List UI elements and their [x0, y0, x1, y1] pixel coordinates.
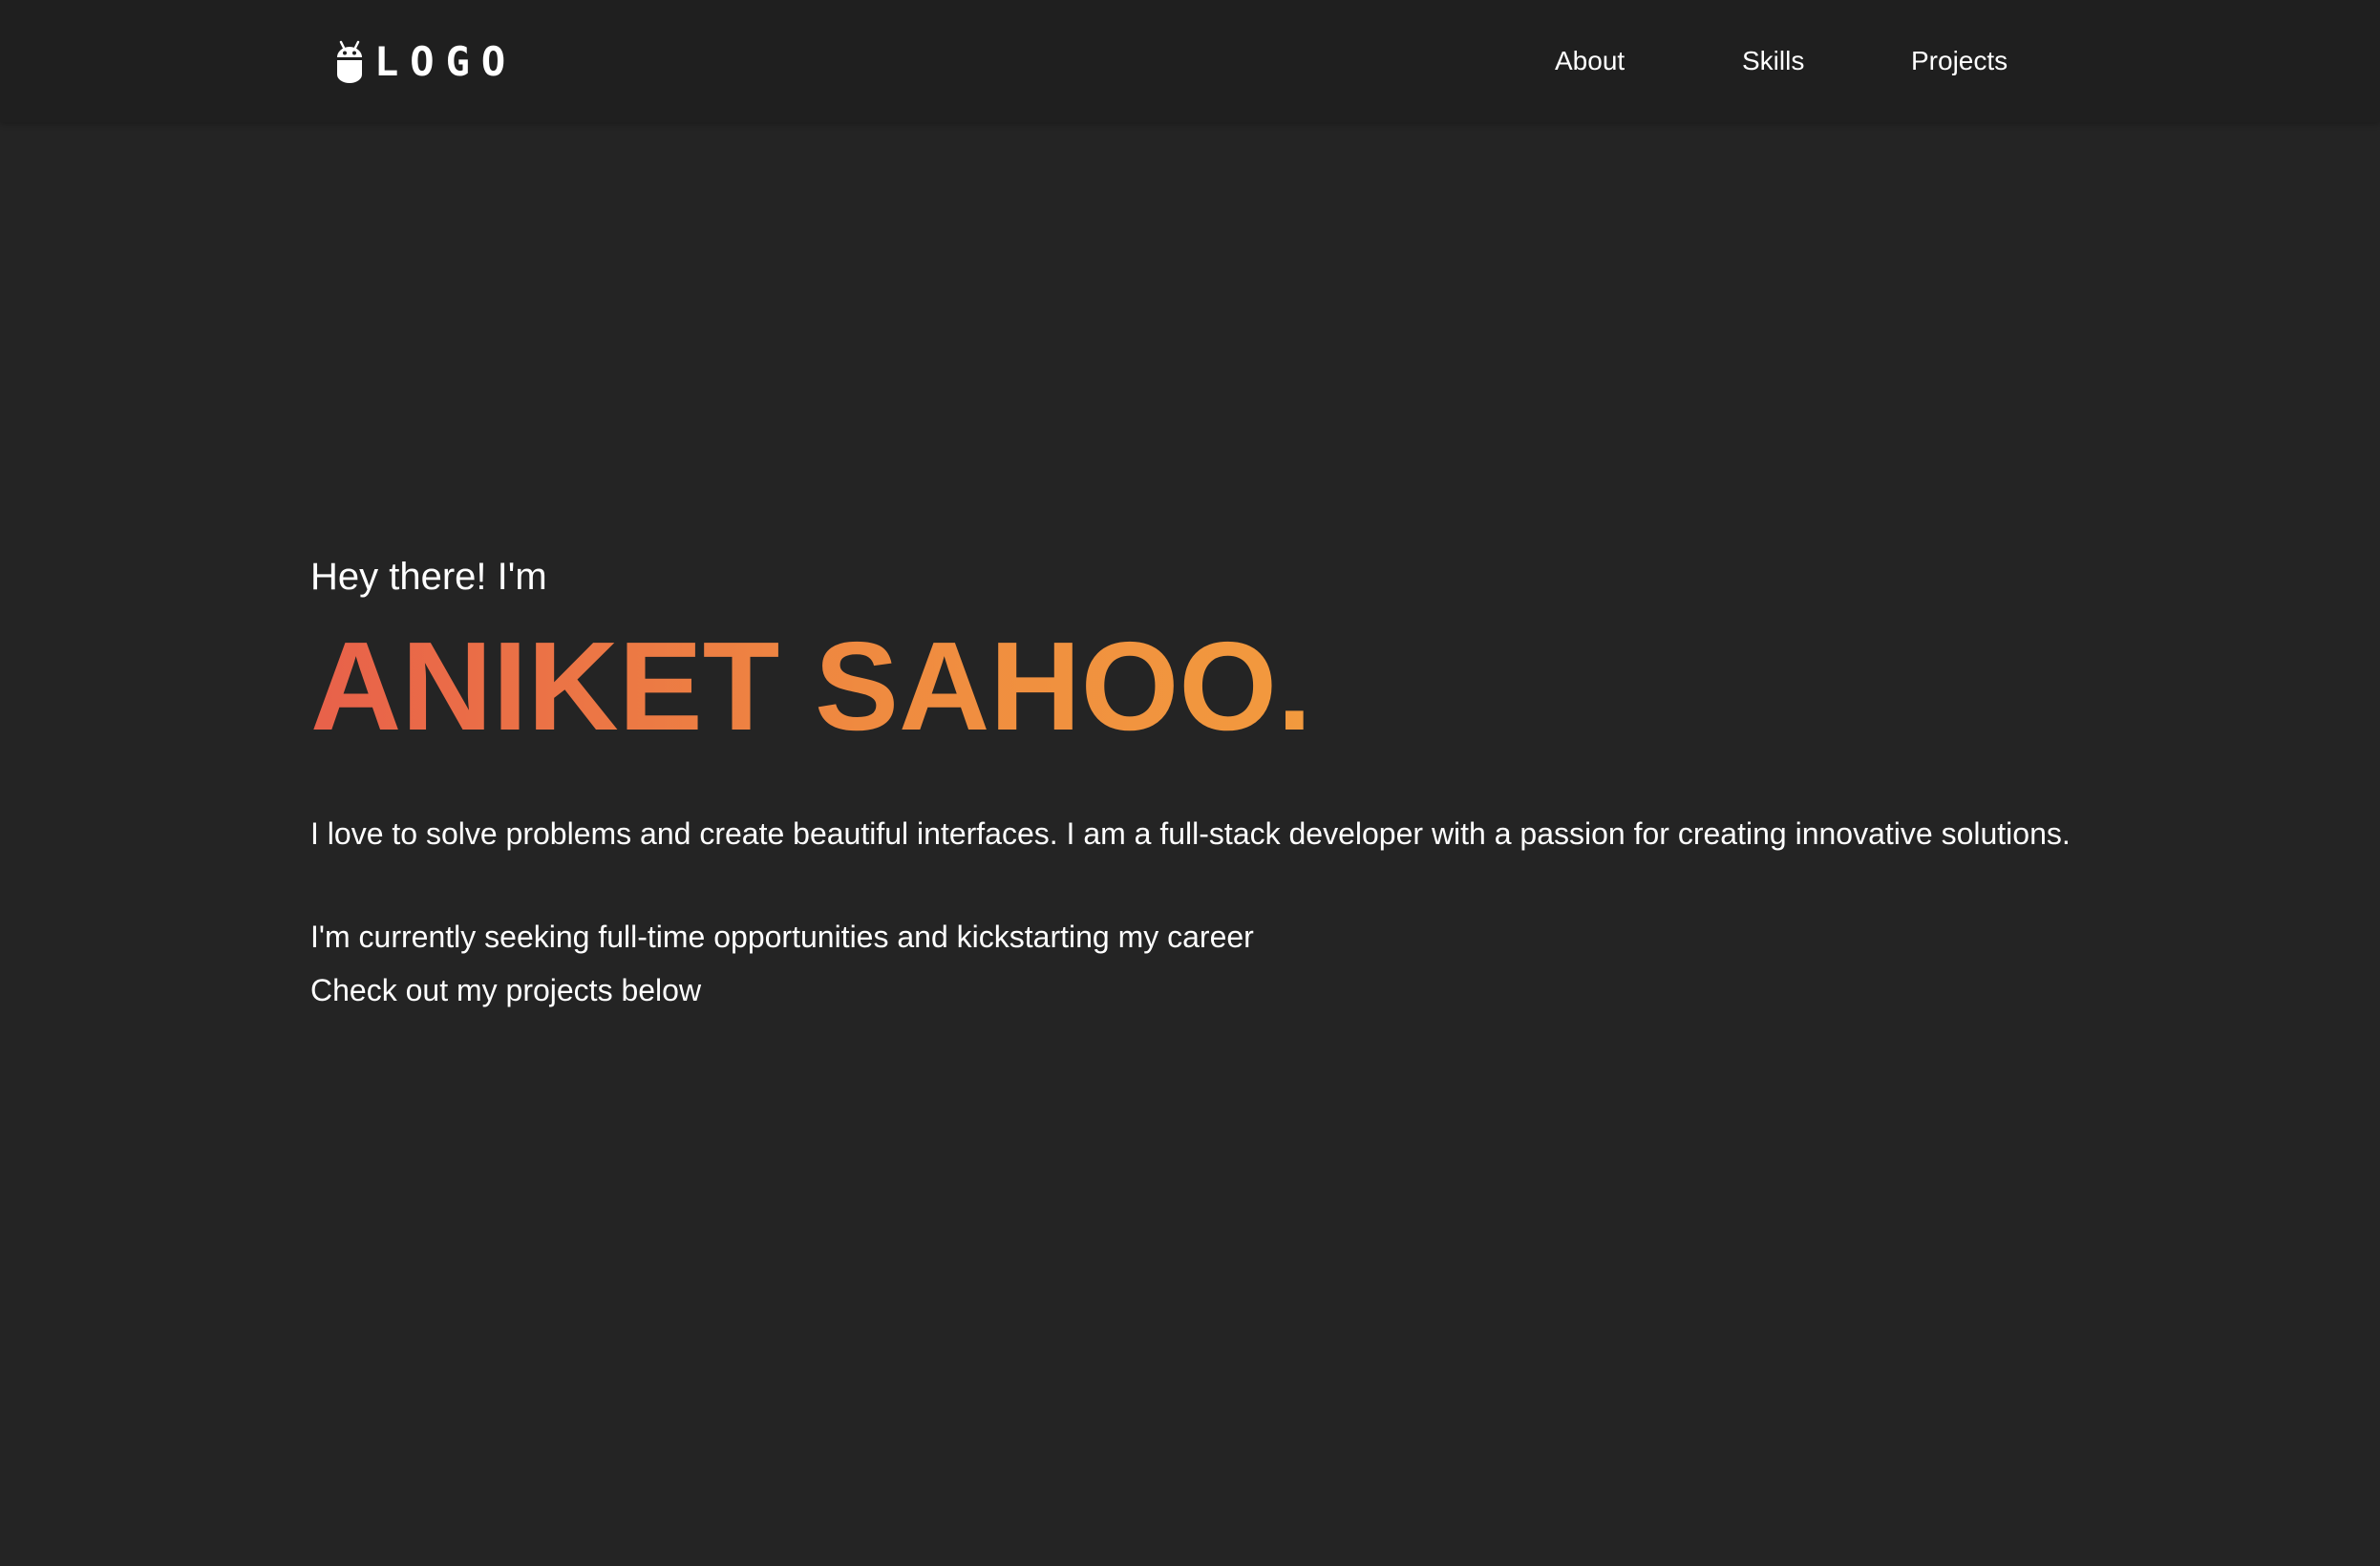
nav-link-about[interactable]: About [1555, 44, 1625, 78]
navbar: LOGO About Skills Projects [0, 0, 2380, 122]
nav-link-skills[interactable]: Skills [1742, 44, 1804, 78]
nav-link-projects[interactable]: Projects [1911, 44, 2008, 78]
hero-cta: Check out my projects below [310, 972, 702, 1007]
logo[interactable]: LOGO [334, 38, 517, 86]
hero-greeting: Hey there! I'm [310, 556, 547, 598]
hero-name: ANIKET SAHOO. [310, 616, 1312, 756]
android-icon [334, 40, 365, 84]
logo-text: LOGO [374, 38, 518, 85]
hero-intro: I love to solve problems and create beau… [310, 816, 2071, 852]
hero-section: Hey there! I'm ANIKET SAHOO. I love to s… [310, 554, 2125, 1017]
hero-seeking: I'm currently seeking full-time opportun… [310, 919, 1254, 954]
